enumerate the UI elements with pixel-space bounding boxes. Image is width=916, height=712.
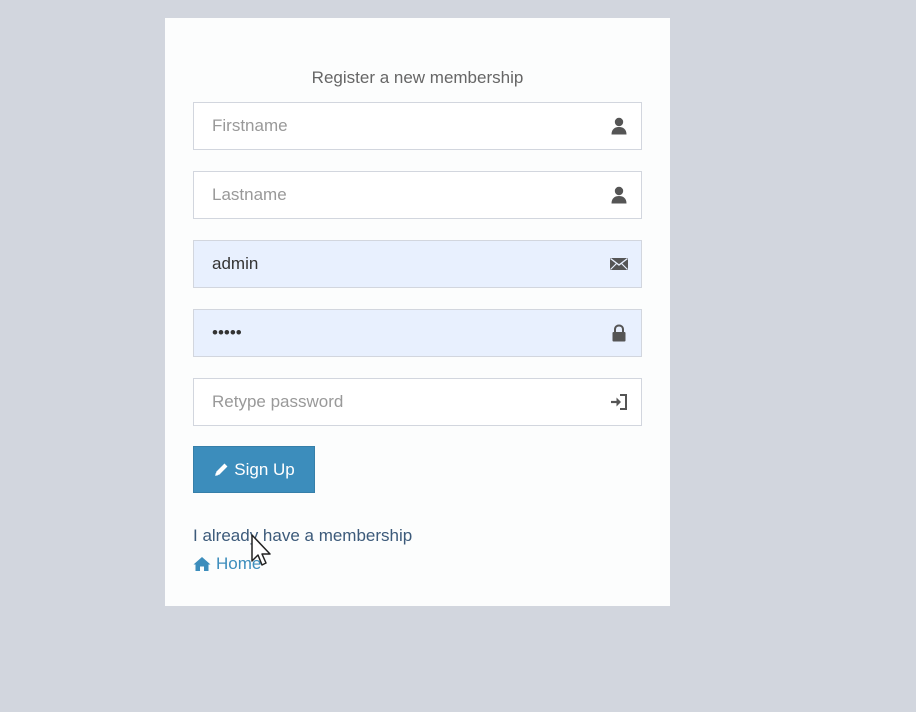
user-icon — [609, 116, 629, 136]
lock-icon — [609, 323, 629, 343]
sign-up-label: Sign Up — [234, 459, 295, 479]
firstname-field[interactable] — [193, 102, 642, 150]
membership-link[interactable]: I already have a membership — [193, 526, 412, 546]
home-link[interactable]: Home — [193, 554, 261, 574]
pencil-icon — [213, 461, 230, 478]
password-field[interactable] — [193, 309, 642, 357]
envelope-icon — [609, 254, 629, 274]
email-field[interactable] — [193, 240, 642, 288]
sign-up-button[interactable]: Sign Up — [193, 446, 315, 493]
user-icon — [609, 185, 629, 205]
home-label: Home — [216, 554, 262, 573]
firstname-input[interactable] — [194, 103, 594, 149]
email-input[interactable] — [194, 241, 594, 287]
lastname-input[interactable] — [194, 172, 594, 218]
register-box: Register a new membership Sign — [165, 18, 670, 606]
lastname-field[interactable] — [193, 171, 642, 219]
retype-password-field[interactable] — [193, 378, 642, 426]
password-input[interactable] — [194, 310, 594, 356]
home-icon — [193, 556, 211, 572]
retype-password-input[interactable] — [194, 379, 594, 425]
log-in-icon — [609, 392, 629, 412]
register-title: Register a new membership — [311, 68, 524, 87]
